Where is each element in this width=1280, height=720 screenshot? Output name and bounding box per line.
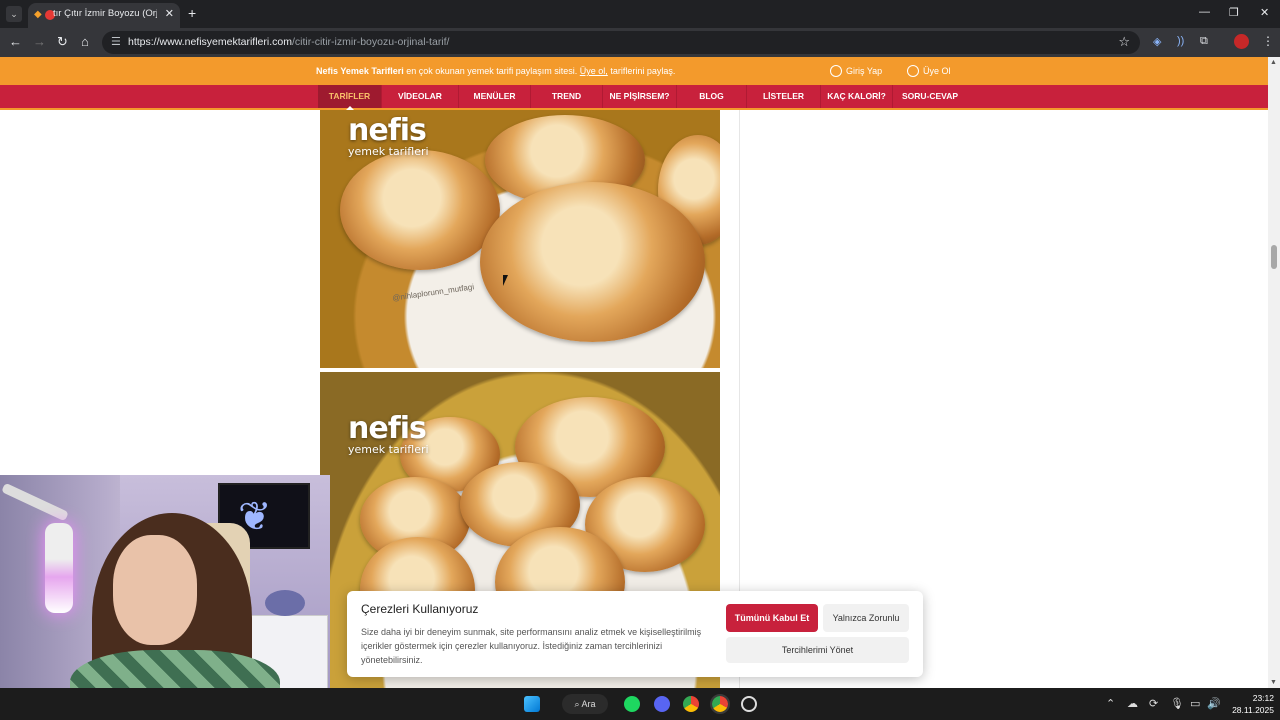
system-clock[interactable]: 23:12 28.11.2025 <box>1222 692 1274 716</box>
logo-subtext: yemek tarifleri <box>348 145 429 158</box>
clock-time: 23:12 <box>1252 693 1274 703</box>
taskbar-search-label: Ara <box>581 699 596 709</box>
app-icon[interactable] <box>741 696 757 712</box>
maximize-icon[interactable]: ❐ <box>1229 6 1239 19</box>
tab-list-icon[interactable]: ⌄ <box>6 6 22 22</box>
reload-icon[interactable]: ↻ <box>57 34 68 50</box>
sync-icon[interactable]: ⟳ <box>1149 697 1158 710</box>
extension-icon[interactable]: ◈ <box>1153 35 1161 48</box>
home-icon[interactable]: ⌂ <box>81 34 89 49</box>
logo-subtext: yemek tarifleri <box>348 443 429 456</box>
mouse-cursor <box>503 275 508 286</box>
logo-text: nefis <box>348 113 427 148</box>
spotify-icon[interactable] <box>624 696 640 712</box>
promo-brand: Nefis Yemek Tarifleri <box>316 66 404 76</box>
page-scrollbar[interactable]: ▲ ▼ <box>1268 57 1280 688</box>
browser-menu-icon[interactable]: ⋮ <box>1262 34 1274 48</box>
necessary-only-button[interactable]: Yalnızca Zorunlu <box>823 604 909 632</box>
promo-body: en çok okunan yemek tarifi paylaşım site… <box>403 66 580 76</box>
nav-item-blog[interactable]: BLOG <box>677 85 747 108</box>
nav-item-videolar[interactable]: VİDEOLAR <box>382 85 459 108</box>
promo-signup-link[interactable]: Üye ol, <box>580 66 608 76</box>
close-window-icon[interactable]: ✕ <box>1260 6 1269 19</box>
url-host: https://www.nefisyemektarifleri.com <box>128 36 292 48</box>
login-label: Giriş Yap <box>846 66 883 76</box>
url-text: https://www.nefisyemektarifleri.com/citi… <box>128 36 449 48</box>
nav-item-listeler[interactable]: LİSTELER <box>747 85 821 108</box>
boyoz-pastry <box>480 182 705 342</box>
user-plus-icon <box>907 65 919 77</box>
nefis-logo: nefis yemek tarifleri <box>348 113 429 158</box>
streamer-face <box>113 535 197 645</box>
bookmark-star-icon[interactable]: ☆ <box>1118 34 1130 50</box>
nav-item-menuler[interactable]: MENÜLER <box>459 85 531 108</box>
scroll-up-icon[interactable]: ▲ <box>1270 59 1277 66</box>
clock-date: 28.11.2025 <box>1232 705 1274 715</box>
site-topbar: Nefis Yemek Tarifleri en çok okunan yeme… <box>0 57 1268 85</box>
volume-icon[interactable]: 🔊 <box>1207 697 1221 710</box>
forward-icon[interactable]: → <box>33 34 46 49</box>
nav-item-soru-cevap[interactable]: SORU-CEVAP <box>893 85 967 108</box>
nav-item-trend[interactable]: TREND <box>531 85 603 108</box>
chrome-active-icon[interactable] <box>710 694 730 714</box>
signup-label: Üye Ol <box>923 66 951 76</box>
extensions-puzzle-icon[interactable]: ⧉ <box>1200 35 1208 48</box>
taskbar-search[interactable]: ⌕ Ara <box>562 694 608 714</box>
microphone <box>45 523 73 613</box>
promo-text: Nefis Yemek Tarifleri en çok okunan yeme… <box>316 66 675 76</box>
extension-audio-icon[interactable]: )) <box>1177 35 1184 47</box>
minimize-icon[interactable]: — <box>1199 6 1210 18</box>
browser-tab[interactable]: ◆ tır Çıtır İzmir Boyozu (Orjinal Tarif)… <box>28 3 180 28</box>
scroll-down-icon[interactable]: ▼ <box>1270 679 1277 686</box>
login-link[interactable]: Giriş Yap <box>830 65 882 77</box>
close-tab-icon[interactable]: ✕ <box>165 7 174 20</box>
address-bar[interactable]: ☰ https://www.nefisyemektarifleri.com/ci… <box>102 31 1140 54</box>
start-icon[interactable] <box>524 696 540 712</box>
manage-preferences-button[interactable]: Tercihlerimi Yönet <box>726 637 909 663</box>
user-icon <box>830 65 842 77</box>
browser-tabbar: ⌄ ◆ tır Çıtır İzmir Boyozu (Orjinal Tari… <box>0 0 1280 28</box>
cookie-title: Çerezleri Kullanıyoruz <box>361 602 479 616</box>
chrome-icon[interactable] <box>683 696 699 712</box>
nav-item-ne-pisirsem[interactable]: NE PİŞİRSEM? <box>603 85 677 108</box>
promo-end: tariflerini paylaş. <box>607 66 676 76</box>
cookie-banner: Çerezleri Kullanıyoruz Size daha iyi bir… <box>347 591 923 677</box>
cookie-text: Size daha iyi bir deneyim sunmak, site p… <box>361 627 702 665</box>
recipe-photo-1[interactable]: nefis yemek tarifleri @nihlaplorunn_mutf… <box>320 110 720 368</box>
photo-watermark: @nihlaplorunn_mutfagi <box>391 282 475 303</box>
nav-item-tarifler[interactable]: TARİFLER <box>318 85 382 110</box>
boyoz-pastry <box>340 150 500 270</box>
search-icon: ⌕ <box>574 699 582 709</box>
scrollbar-thumb[interactable] <box>1271 245 1277 269</box>
nefis-logo: nefis yemek tarifleri <box>348 411 429 456</box>
plant <box>265 590 305 616</box>
accept-all-button[interactable]: Tümünü Kabul Et <box>726 604 818 632</box>
logo-text: nefis <box>348 411 427 446</box>
tray-chevron-icon[interactable]: ⌃ <box>1106 697 1115 710</box>
taskbar: ⌕ Ara ⌃ ☁ ⟳ 🎙 ▭ 🔊 23:12 28.11.2025 <box>0 688 1280 720</box>
nav-item-kac-kalori[interactable]: KAÇ KALORİ? <box>821 85 893 108</box>
url-path: /citir-citir-izmir-boyozu-orjinal-tarif/ <box>291 36 450 48</box>
mic-arm <box>1 482 69 522</box>
new-tab-button[interactable]: + <box>188 5 196 21</box>
webcam-overlay: ❦ <box>0 475 330 720</box>
main-nav: TARİFLER VİDEOLAR MENÜLER TREND NE PİŞİR… <box>0 85 1268 110</box>
signup-link[interactable]: Üye Ol <box>907 65 951 77</box>
discord-icon[interactable] <box>654 696 670 712</box>
back-icon[interactable]: ← <box>9 34 22 49</box>
site-info-icon[interactable]: ☰ <box>111 35 121 48</box>
network-icon[interactable]: ▭ <box>1190 697 1200 710</box>
cloud-icon[interactable]: ☁ <box>1127 697 1138 710</box>
tab-title: tır Çıtır İzmir Boyozu (Orjinal Tarif) <box>53 8 157 19</box>
mic-tray-icon[interactable]: 🎙 <box>1170 697 1184 710</box>
profile-avatar[interactable] <box>1234 34 1249 49</box>
browser-toolbar: ← → ↻ ⌂ ☰ https://www.nefisyemektarifler… <box>0 28 1280 57</box>
